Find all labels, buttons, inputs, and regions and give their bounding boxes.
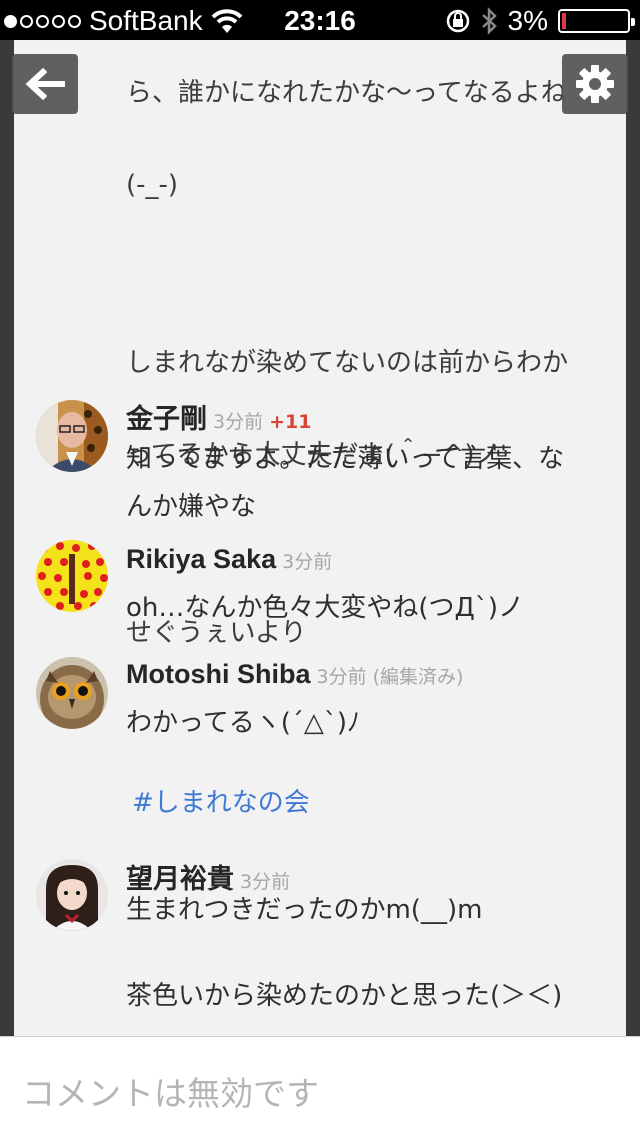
- comment-bar: コメントは無効です: [0, 1036, 640, 1136]
- edited-label: (編集済み): [372, 666, 464, 688]
- background-panel-right: [626, 40, 640, 1040]
- back-button[interactable]: [12, 54, 78, 114]
- settings-button[interactable]: [562, 54, 628, 114]
- post-line: [126, 254, 616, 294]
- orientation-lock-icon: [446, 9, 469, 33]
- arrow-left-icon: [25, 67, 65, 101]
- comments-disabled-label: コメントは無効です: [22, 1074, 319, 1113]
- battery-icon: [558, 9, 635, 33]
- bluetooth-icon: [481, 7, 497, 35]
- commenter-name[interactable]: Motoshi Shiba: [126, 659, 311, 689]
- girl-avatar[interactable]: [36, 859, 108, 931]
- plus-one-count[interactable]: +11: [269, 411, 311, 433]
- gear-icon: [576, 65, 614, 103]
- post-line: ら、誰かになれたかな〜ってなるよね: [126, 78, 567, 108]
- commenter-name[interactable]: 金子剛: [126, 404, 207, 434]
- post-line: (-_-): [126, 170, 179, 200]
- background-panel-left: [0, 40, 14, 1040]
- hearts-pattern-avatar[interactable]: [36, 540, 108, 612]
- battery-level: [562, 13, 566, 29]
- comment-time: 3分前: [316, 666, 367, 688]
- comment-text: わかってるヽ(´△`)ﾉ: [126, 708, 360, 738]
- hashtag-link[interactable]: #しまれなの会: [132, 782, 310, 819]
- comment-time: 3分前: [213, 411, 264, 433]
- post-card[interactable]: ら、誰かになれたかな〜ってなるよね (-_-) しまれなが染めてないのは前からわ…: [14, 40, 626, 1036]
- owl-avatar[interactable]: [36, 657, 108, 729]
- status-bar: SoftBank 23:16 3%: [0, 0, 640, 40]
- comment-time: 3分前: [282, 551, 333, 573]
- comment-text: 知ってますよ。ただ薄いって言葉、な んか嫌やな: [126, 444, 565, 522]
- comment-text: 生まれつきだったのかm(__)m 茶色いから染めたのかと思った(＞＜): [126, 895, 563, 1011]
- man-glasses-avatar[interactable]: [36, 400, 108, 472]
- post-line: しまれなが染めてないのは前からわか: [126, 348, 569, 378]
- comment-text: oh…なんか色々大変やね(つД`)ノ: [126, 593, 524, 623]
- commenter-name[interactable]: Rikiya Saka: [126, 544, 276, 574]
- battery-percent: 3%: [507, 5, 548, 36]
